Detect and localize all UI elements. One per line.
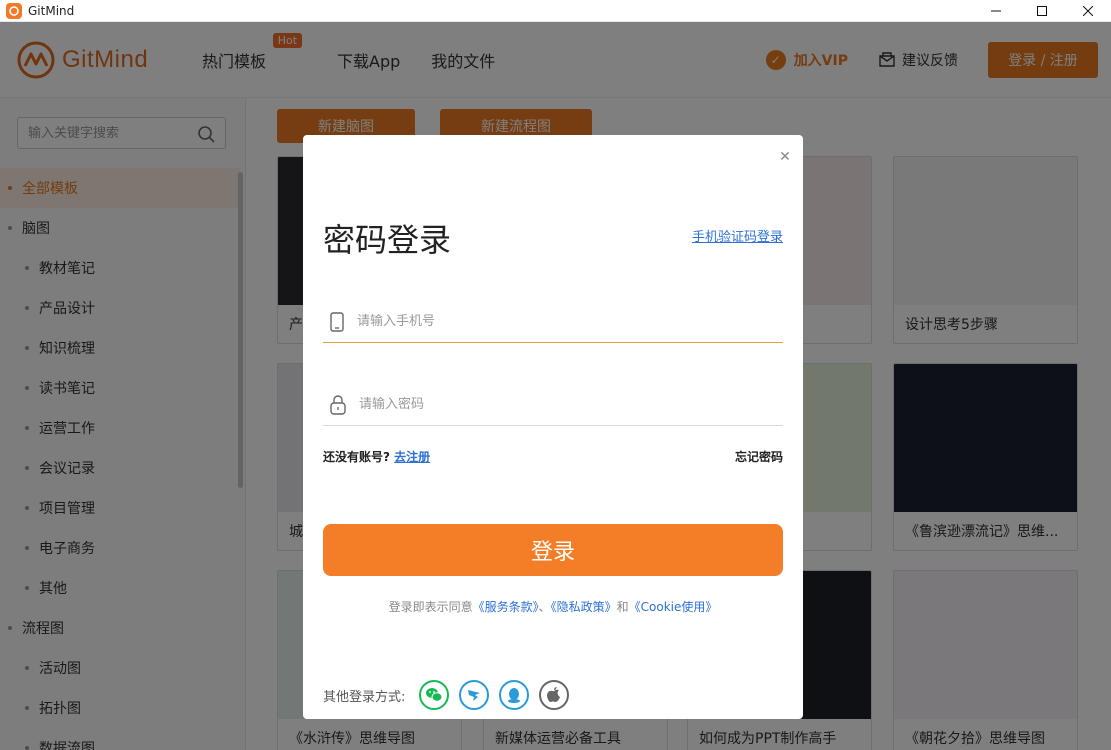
login-modal: ✕ 密码登录 手机验证码登录 还没有账号? 去注册 忘记密码 登录 登录即表示同… bbox=[303, 135, 803, 719]
close-icon[interactable]: ✕ bbox=[778, 150, 792, 164]
modal-title: 密码登录 bbox=[323, 221, 452, 259]
agreement-and: 和 bbox=[616, 600, 629, 614]
register-line: 还没有账号? 去注册 bbox=[323, 448, 430, 465]
maximize-button[interactable] bbox=[1019, 0, 1065, 22]
register-link[interactable]: 去注册 bbox=[394, 450, 430, 464]
phone-field bbox=[323, 301, 783, 343]
sms-login-link[interactable]: 手机验证码登录 bbox=[692, 226, 783, 245]
password-input[interactable] bbox=[359, 397, 759, 412]
other-login: 其他登录方式: bbox=[323, 680, 579, 710]
agreement-prefix: 登录即表示同意 bbox=[388, 600, 473, 614]
privacy-link[interactable]: 《隐私政策》 bbox=[551, 600, 617, 614]
password-field bbox=[323, 384, 783, 426]
app-logo-icon bbox=[6, 2, 22, 19]
phone-input[interactable] bbox=[357, 314, 757, 329]
window-title: GitMind bbox=[28, 3, 75, 18]
no-account-text: 还没有账号? bbox=[323, 450, 390, 464]
other-login-label: 其他登录方式: bbox=[323, 689, 406, 705]
agreement-sep: 、 bbox=[538, 600, 551, 614]
cookie-link[interactable]: 《Cookie使用》 bbox=[629, 600, 718, 614]
lock-icon bbox=[330, 394, 346, 415]
terms-link[interactable]: 《服务条款》 bbox=[473, 600, 539, 614]
forgot-password-link[interactable]: 忘记密码 bbox=[735, 448, 783, 465]
dingtalk-login-icon[interactable] bbox=[459, 680, 490, 710]
close-window-button[interactable] bbox=[1065, 0, 1111, 22]
qq-login-icon[interactable] bbox=[499, 680, 530, 710]
window-titlebar: GitMind bbox=[0, 0, 1111, 22]
apple-login-icon[interactable] bbox=[539, 680, 570, 710]
phone-icon bbox=[330, 311, 344, 332]
minimize-button[interactable] bbox=[973, 0, 1019, 22]
login-submit-button[interactable]: 登录 bbox=[323, 524, 783, 576]
agreement-text: 登录即表示同意《服务条款》、《隐私政策》和《Cookie使用》 bbox=[303, 598, 803, 615]
wechat-login-icon[interactable] bbox=[419, 680, 450, 710]
